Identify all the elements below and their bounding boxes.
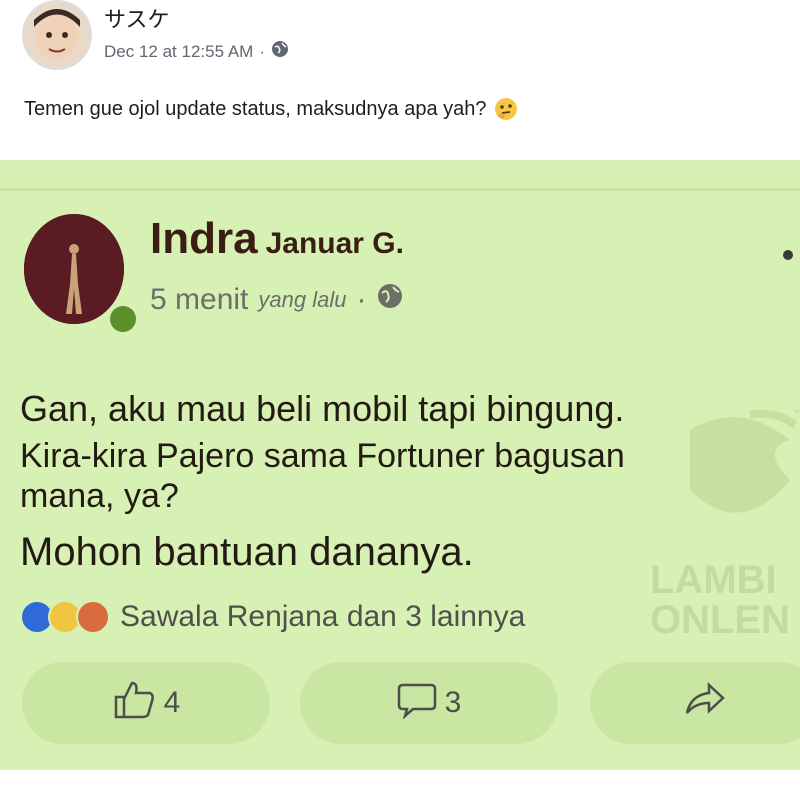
globe-icon (271, 40, 289, 63)
thinking-face-icon (493, 96, 519, 122)
background-lips-watermark-icon (690, 410, 800, 513)
like-count: 4 (163, 686, 181, 719)
outer-post-header: サスケ Dec 12 at 12:55 AM · Temen gue ojol … (0, 0, 800, 160)
outer-post-body: Temen gue ojol update status, maksudnya … (24, 97, 487, 120)
reactions-text: Sawala Renjana dan 3 lainnya (120, 600, 526, 633)
inner-meta-separator: · (356, 283, 367, 316)
reaction-icons (20, 600, 110, 634)
reactions-summary[interactable]: Sawala Renjana dan 3 lainnya (20, 600, 525, 634)
inner-post-meta: 5 menit yang lalu · (150, 282, 404, 318)
outer-author-avatar[interactable] (22, 0, 92, 70)
post-line-4: Mohon bantuan dananya. (20, 530, 474, 574)
inner-time-suffix: yang lalu (258, 287, 347, 312)
outer-author-name[interactable]: サスケ (104, 2, 170, 34)
like-button[interactable]: 4 (22, 662, 270, 744)
card-divider (0, 188, 800, 191)
outer-post-text: Temen gue ojol update status, maksudnya … (24, 96, 519, 122)
share-arrow-icon (683, 679, 727, 727)
watermark-line-2: ONLEN (650, 598, 790, 642)
comment-count: 3 (444, 686, 462, 719)
more-options-icon[interactable] (783, 250, 793, 260)
angry-reaction-icon (76, 600, 110, 634)
watermark-line-1: LAMBI (650, 558, 777, 602)
inner-time-number[interactable]: 5 menit (150, 283, 248, 317)
inner-author-avatar[interactable] (24, 214, 124, 324)
post-line-1: Gan, aku mau beli mobil tapi bingung. (20, 388, 625, 429)
thumbs-up-icon (112, 679, 156, 727)
post-line-2: Kira-kira Pajero sama Fortuner bagusan (20, 437, 625, 475)
post-line-3: mana, ya? (20, 477, 179, 515)
outer-meta-separator: · (259, 41, 265, 61)
outer-timestamp[interactable]: Dec 12 at 12:55 AM (104, 42, 253, 62)
online-status-icon (110, 306, 136, 332)
action-bar: 4 3 (0, 662, 800, 744)
watermark-text: LAMBI ONLEN (650, 560, 790, 640)
globe-icon (376, 282, 404, 318)
outer-post-meta: Dec 12 at 12:55 AM · (104, 40, 289, 63)
comment-button[interactable]: 3 (300, 662, 558, 744)
inner-author-last-name: Januar G. (265, 227, 404, 260)
share-button[interactable] (590, 662, 800, 744)
inner-author-name[interactable]: Indra Januar G. (150, 214, 404, 264)
comment-bubble-icon (397, 679, 437, 727)
inner-author-first-name: Indra (150, 214, 258, 263)
